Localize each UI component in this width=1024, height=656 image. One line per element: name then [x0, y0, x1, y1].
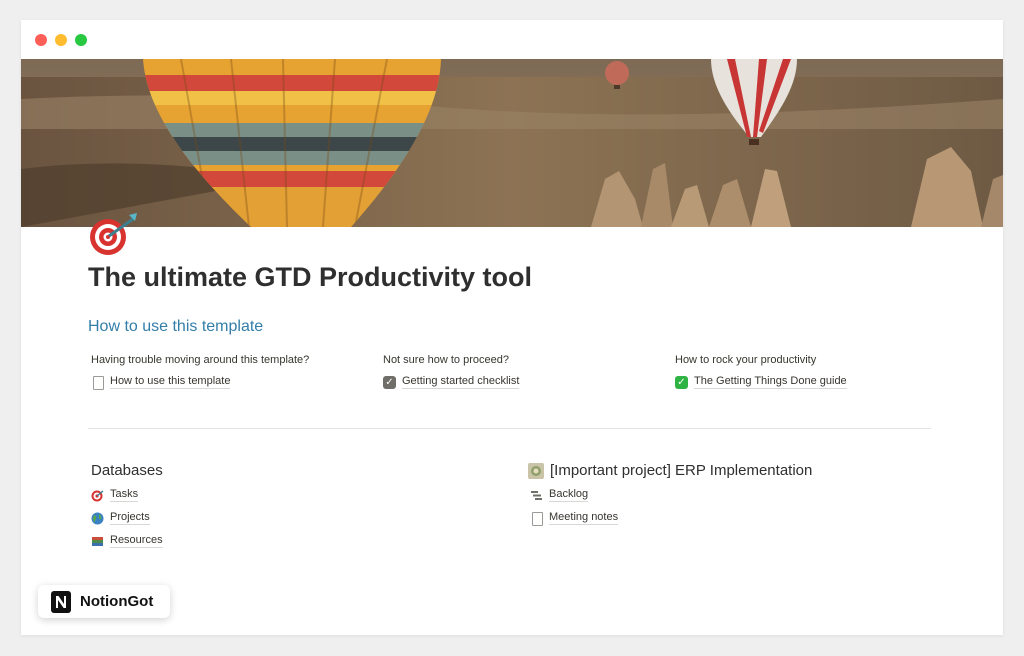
page-title: The ultimate GTD Productivity tool: [88, 262, 533, 292]
project-image-icon: [528, 462, 544, 479]
backlog-icon: [530, 489, 543, 502]
window-titlebar: [21, 20, 1003, 59]
project-list: Backlog Meeting notes: [530, 488, 619, 534]
project-link-backlog[interactable]: Backlog: [530, 488, 618, 502]
books-icon: [91, 535, 104, 548]
notiongot-logo-icon: [50, 590, 72, 614]
minimize-window-button[interactable]: [55, 34, 67, 46]
link-label: Backlog: [549, 488, 589, 502]
project-heading-text: [Important project] ERP Implementation: [550, 462, 813, 479]
maximize-window-button[interactable]: [75, 34, 87, 46]
project-heading: [Important project] ERP Implementation: [528, 462, 812, 479]
databases-list: Tasks Projects Resources: [91, 488, 163, 557]
badge-label: NotionGot: [80, 593, 154, 610]
link-how-to-use[interactable]: How to use this template: [91, 375, 381, 390]
link-label: The Getting Things Done guide: [694, 375, 847, 389]
help-caption: Not sure how to proceed?: [383, 354, 509, 366]
page-icon: [530, 511, 543, 526]
page-target-icon[interactable]: [87, 211, 141, 257]
divider: [88, 428, 931, 429]
notiongot-badge[interactable]: NotionGot: [38, 585, 170, 618]
cover-image[interactable]: [21, 59, 1003, 227]
link-getting-started[interactable]: ✓ Getting started checklist: [383, 375, 673, 389]
link-label: How to use this template: [110, 375, 231, 389]
database-link-tasks[interactable]: Tasks: [91, 488, 163, 502]
link-label: Resources: [110, 534, 163, 548]
help-column-3: How to rock your productivity ✓ The Gett…: [675, 354, 965, 389]
section-heading: How to use this template: [88, 318, 264, 335]
help-column-2: Not sure how to proceed? ✓ Getting start…: [383, 354, 673, 389]
database-link-projects[interactable]: Projects: [91, 511, 163, 525]
link-label: Tasks: [110, 488, 139, 502]
project-link-meeting-notes[interactable]: Meeting notes: [530, 511, 619, 526]
help-caption: How to rock your productivity: [675, 354, 817, 366]
link-label: Projects: [110, 511, 150, 525]
green-check-icon: ✓: [675, 375, 688, 389]
database-link-resources[interactable]: Resources: [91, 534, 163, 548]
help-caption: Having trouble moving around this templa…: [91, 354, 310, 366]
globe-icon: [91, 512, 104, 525]
target-icon: [91, 489, 104, 502]
link-gtd-guide[interactable]: ✓ The Getting Things Done guide: [675, 375, 965, 389]
link-label: Meeting notes: [549, 511, 619, 525]
link-label: Getting started checklist: [402, 375, 520, 389]
app-window: The ultimate GTD Productivity tool How t…: [21, 20, 1003, 635]
databases-heading: Databases: [91, 462, 163, 479]
help-column-1: Having trouble moving around this templa…: [91, 354, 381, 390]
page-icon: [91, 375, 104, 390]
checkbox-icon: ✓: [383, 375, 396, 389]
close-window-button[interactable]: [35, 34, 47, 46]
